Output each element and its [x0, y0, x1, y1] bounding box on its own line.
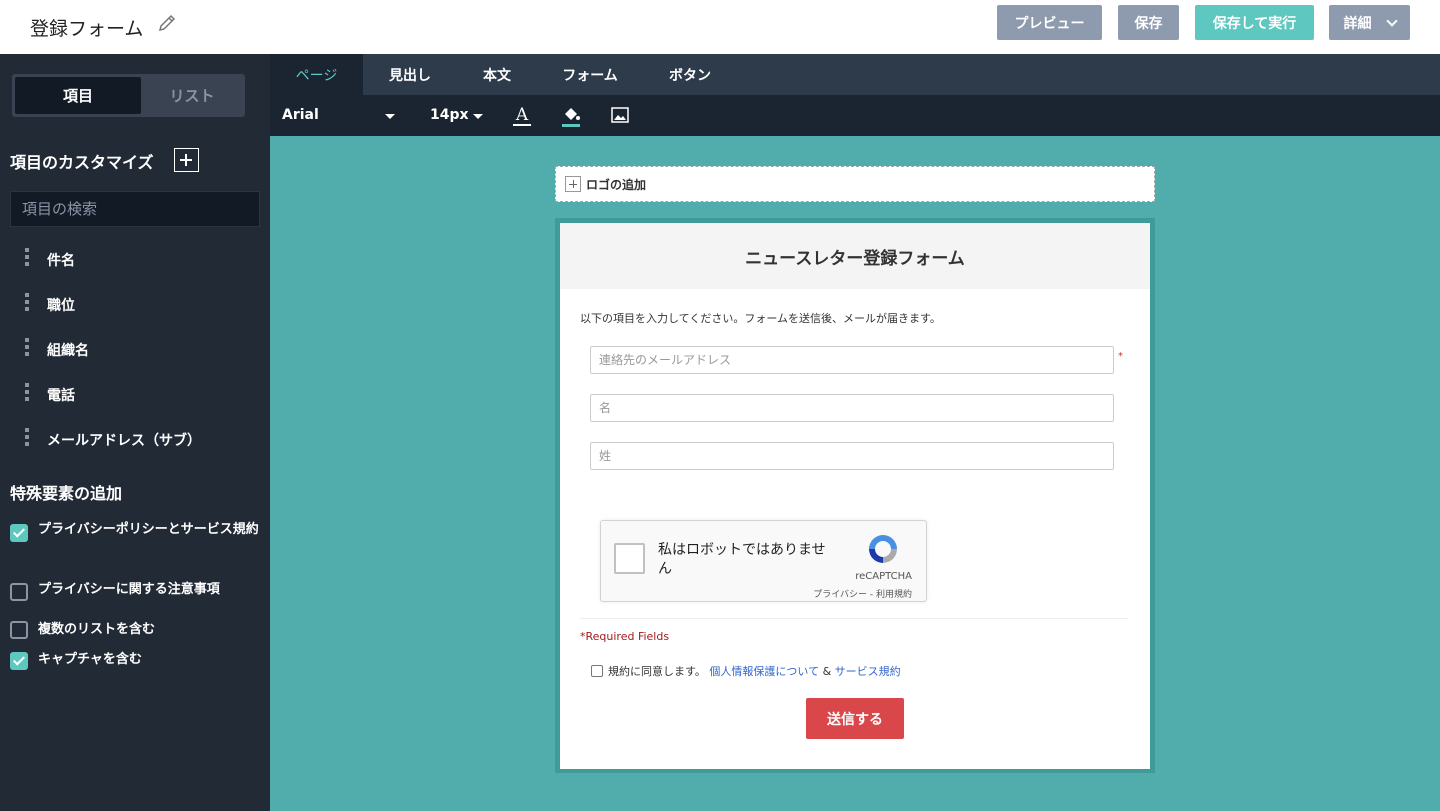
multiple-lists-checkbox[interactable] — [10, 621, 28, 639]
tab-heading[interactable]: 見出し — [363, 54, 457, 95]
form-container: ニュースレター登録フォーム 以下の項目を入力してください。フォームを送信後、メー… — [555, 218, 1155, 773]
add-field-button[interactable] — [174, 148, 199, 172]
sidebar: 項目 リスト 項目のカスタマイズ 件名 職位 組織名 電話 メールアドレス（サブ… — [0, 54, 270, 811]
top-bar: 登録フォーム プレビュー 保存 保存して実行 詳細 — [0, 0, 1440, 54]
form-card: ニュースレター登録フォーム 以下の項目を入力してください。フォームを送信後、メー… — [560, 223, 1150, 769]
form-canvas: ロゴの追加 ニュースレター登録フォーム 以下の項目を入力してください。フォームを… — [270, 136, 1440, 811]
field-label: 電話 — [47, 388, 75, 404]
text-color-icon[interactable]: A — [512, 104, 532, 128]
image-icon[interactable] — [611, 107, 629, 123]
recaptcha-brand: reCAPTCHA — [855, 571, 912, 582]
email-field[interactable] — [590, 346, 1114, 374]
recaptcha-checkbox[interactable] — [614, 543, 645, 574]
tab-page[interactable]: ページ — [270, 54, 363, 95]
captcha-checkbox[interactable] — [10, 652, 28, 670]
plus-icon — [565, 176, 581, 192]
form-heading[interactable]: ニュースレター登録フォーム — [560, 223, 1150, 289]
segment-list[interactable]: リスト — [142, 77, 242, 114]
tab-form[interactable]: フォーム — [537, 54, 643, 95]
details-button[interactable]: 詳細 — [1329, 5, 1410, 40]
save-and-run-button[interactable]: 保存して実行 — [1195, 5, 1314, 40]
field-search-input[interactable] — [10, 191, 260, 227]
recaptcha-links[interactable]: プライバシー - 利用規約 — [813, 587, 912, 600]
format-toolbar: Arial 14px A — [270, 95, 1440, 136]
field-item[interactable]: メールアドレス（サブ） — [0, 424, 270, 454]
field-label: メールアドレス（サブ） — [47, 433, 201, 449]
required-mark: * — [1118, 351, 1123, 362]
font-select[interactable]: Arial — [282, 107, 319, 123]
size-dropdown-icon[interactable] — [473, 114, 483, 119]
recaptcha-logo-icon — [869, 535, 897, 563]
field-label: 組織名 — [47, 343, 89, 359]
drag-handle-icon[interactable] — [25, 293, 29, 315]
save-button[interactable]: 保存 — [1118, 5, 1179, 40]
tab-button[interactable]: ボタン — [643, 54, 737, 95]
font-size-select[interactable]: 14px — [430, 107, 469, 123]
add-logo-label: ロゴの追加 — [586, 178, 647, 192]
privacy-link[interactable]: 個人情報保護について — [709, 665, 819, 678]
recaptcha-text: 私はロボットではありません — [658, 542, 826, 577]
privacy-notice-checkbox[interactable] — [10, 583, 28, 601]
chevron-down-icon — [1385, 14, 1398, 27]
page-title: 登録フォーム — [30, 18, 144, 40]
field-item[interactable]: 職位 — [0, 289, 270, 319]
submit-button[interactable]: 送信する — [806, 698, 904, 739]
drag-handle-icon[interactable] — [25, 428, 29, 450]
segment-items[interactable]: 項目 — [15, 77, 141, 114]
privacy-notice-label: プライバシーに関する注意事項 — [38, 582, 220, 597]
preview-button[interactable]: プレビュー — [997, 5, 1102, 40]
svg-text:A: A — [515, 105, 529, 125]
customize-title: 項目のカスタマイズ — [10, 153, 154, 172]
recaptcha-widget: 私はロボットではありません reCAPTCHA プライバシー - 利用規約 — [600, 520, 927, 602]
multiple-lists-label: 複数のリストを含む — [38, 622, 156, 637]
drag-handle-icon[interactable] — [25, 338, 29, 360]
required-fields-note: *Required Fields — [580, 630, 670, 643]
last-name-field[interactable] — [590, 442, 1114, 470]
agree-checkbox[interactable] — [591, 665, 603, 677]
first-name-field[interactable] — [590, 394, 1114, 422]
tab-body[interactable]: 本文 — [457, 54, 537, 95]
font-dropdown-icon[interactable] — [385, 114, 395, 119]
agree-text: 規約に同意します。 個人情報保護について & サービス規約 — [608, 663, 901, 679]
pencil-icon[interactable] — [156, 12, 178, 34]
field-item[interactable]: 電話 — [0, 379, 270, 409]
field-label: 職位 — [47, 298, 75, 314]
agree-prefix: 規約に同意します。 — [608, 665, 706, 678]
captcha-label: キャプチャを含む — [38, 652, 142, 667]
drag-handle-icon[interactable] — [25, 248, 29, 270]
divider — [580, 618, 1128, 619]
privacy-terms-label: プライバシーポリシーとサービス規約 — [38, 522, 259, 537]
segment-control: 項目 リスト — [12, 74, 245, 117]
fill-color-icon[interactable] — [561, 104, 581, 128]
form-description[interactable]: 以下の項目を入力してください。フォームを送信後、メールが届きます。 — [580, 310, 941, 326]
add-logo-bar[interactable]: ロゴの追加 — [555, 166, 1155, 202]
field-item[interactable]: 組織名 — [0, 334, 270, 364]
special-elements-title: 特殊要素の追加 — [10, 484, 123, 503]
details-label: 詳細 — [1343, 15, 1372, 32]
drag-handle-icon[interactable] — [25, 383, 29, 405]
terms-link[interactable]: サービス規約 — [835, 665, 901, 678]
field-item[interactable]: 件名 — [0, 244, 270, 274]
editor-tabs: ページ 見出し 本文 フォーム ボタン — [270, 54, 1440, 95]
field-label: 件名 — [47, 253, 75, 269]
amp-text: & — [822, 665, 832, 678]
